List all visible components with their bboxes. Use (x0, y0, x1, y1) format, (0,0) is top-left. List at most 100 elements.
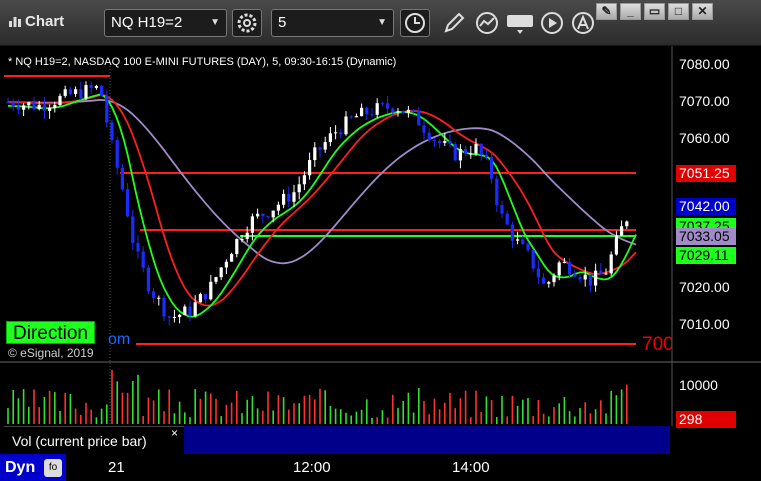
candle-body (157, 297, 161, 299)
volume-bar (485, 396, 488, 424)
function-icon[interactable]: fo (44, 459, 62, 477)
volume-bar (438, 409, 441, 424)
volume-bar (423, 400, 425, 424)
volume-bar (74, 408, 77, 424)
edit-window-button[interactable]: ✎ (596, 3, 617, 20)
play-button[interactable] (539, 10, 565, 36)
study-button[interactable] (474, 10, 500, 36)
candle-body (594, 270, 598, 286)
volume-bar (464, 390, 467, 424)
volume-study-label[interactable]: Vol (current price bar) (4, 426, 184, 454)
get-button[interactable] (506, 10, 534, 36)
volume-bar (116, 381, 118, 424)
volume-bar (449, 392, 451, 424)
volume-bar (444, 402, 446, 424)
restore-button[interactable]: ▭ (644, 3, 665, 20)
volume-bar (334, 408, 337, 424)
ma-purple-line (8, 98, 637, 265)
time-axis[interactable]: Dyn fo 21 12:00 14:00 (0, 454, 761, 481)
volume-bar (142, 415, 144, 424)
candle-body (224, 261, 228, 268)
candle-body (599, 270, 603, 275)
candle-body (188, 306, 192, 316)
candle-body (490, 156, 494, 179)
alert-button[interactable] (570, 10, 596, 36)
volume-bar (12, 389, 14, 424)
candle-body (453, 143, 457, 161)
candle-body (323, 142, 327, 150)
candle-body (178, 314, 182, 317)
draw-button[interactable] (441, 10, 467, 36)
volume-bar (251, 396, 254, 424)
candle-body (141, 251, 145, 268)
candle-body (276, 204, 280, 211)
time-button[interactable] (400, 9, 430, 37)
direction-label: Direction (6, 321, 95, 344)
gear-icon (237, 13, 257, 33)
candle-body (250, 216, 254, 233)
volume-bar (262, 410, 264, 424)
close-window-button[interactable]: ✕ (692, 3, 713, 20)
candle-body (287, 193, 291, 202)
close-study-icon[interactable]: × (171, 426, 178, 440)
chart-area[interactable]: * NQ H19=2, NASDAQ 100 E-MINI FUTURES (D… (0, 46, 761, 481)
candle-body (126, 189, 130, 217)
volume-bar (355, 411, 358, 424)
candle-body (495, 178, 499, 206)
volume-bar (376, 417, 378, 424)
candle-body (152, 291, 156, 298)
volume-bar (610, 390, 612, 424)
volume-bar (48, 391, 51, 424)
symbol-dropdown-icon[interactable]: ▼ (210, 10, 220, 36)
settings-button[interactable] (232, 9, 262, 37)
volume-bar (308, 394, 311, 424)
candle-body (11, 102, 15, 107)
volume-bar (267, 391, 269, 424)
volume-bar (230, 402, 233, 424)
volume-bars (7, 369, 628, 424)
interval-input[interactable]: 5 ▼ (271, 9, 394, 37)
volume-bar (33, 389, 35, 424)
maximize-button[interactable]: □ (668, 3, 689, 20)
volume-bar (194, 389, 196, 424)
volume-bar (412, 412, 415, 424)
candle-body (386, 103, 390, 109)
volume-bar (168, 389, 170, 424)
candle-body (609, 254, 613, 274)
volume-tick: 10000 (679, 377, 718, 393)
candle-body (536, 268, 540, 278)
volume-bar (350, 415, 352, 424)
volume-bar (496, 417, 498, 424)
candle-body (193, 302, 197, 316)
restore-icon: ▭ (648, 4, 661, 18)
candle-body (214, 277, 218, 282)
price-chart[interactable] (0, 46, 761, 481)
minimize-button[interactable]: _ (620, 3, 641, 20)
candle-body (245, 232, 249, 239)
volume-bar (470, 417, 472, 424)
candle-body (464, 148, 468, 154)
volume-bar (152, 400, 155, 424)
candle-body (365, 107, 369, 115)
candle-body (568, 261, 572, 275)
interval-dropdown-icon[interactable]: ▼ (377, 10, 387, 36)
candle-body (94, 85, 98, 88)
candle-body (209, 281, 213, 300)
volume-bar (371, 417, 373, 424)
candle-body (604, 273, 608, 275)
pencil-icon (444, 12, 465, 33)
volume-study-bar (184, 426, 670, 454)
symbol-input[interactable]: NQ H19=2 ▼ (104, 9, 227, 37)
candle-body (58, 95, 62, 106)
symbol-text: NQ H19=2 (111, 14, 183, 31)
candle-body (562, 261, 566, 263)
candle-body (391, 108, 395, 113)
volume-bar (147, 397, 150, 424)
volume-bar (95, 417, 98, 424)
volume-bar (80, 414, 82, 424)
volume-bar (64, 392, 66, 424)
candle-body (183, 306, 187, 315)
volume-bar (111, 369, 113, 424)
volume-bar (59, 410, 61, 424)
candle-body (526, 244, 530, 251)
